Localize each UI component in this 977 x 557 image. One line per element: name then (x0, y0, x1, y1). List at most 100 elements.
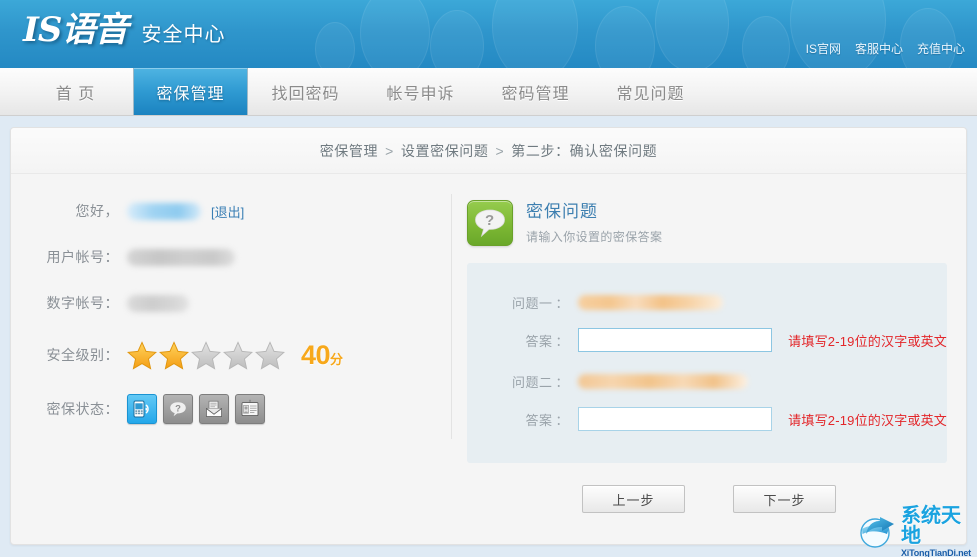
breadcrumb-separator: > (495, 142, 505, 159)
question-two-colon: ： (555, 375, 569, 390)
question-form-box: 问题一： 答案： 请填写2-19位的汉字或英文 问题二： 答案： 请填写2-19… (467, 263, 947, 463)
logo-subtitle: 安全中心 (141, 24, 226, 46)
content-card: 密保管理 > 设置密保问题 > 第二步：确认密保问题 您好， [退出] 用户帐号… (10, 127, 967, 545)
breadcrumb: 密保管理 > 设置密保问题 > 第二步：确认密保问题 (11, 128, 966, 174)
answer-two-hint: 请填写2-19位的汉字或英文 (788, 412, 947, 428)
nickname-masked (127, 202, 201, 220)
user-account-row: 用户帐号： (19, 246, 441, 268)
question-two-row: 问题二： (467, 372, 947, 391)
digit-account-masked (127, 294, 189, 312)
watermark: 系统天地 XiTongTianDi.net (852, 506, 977, 557)
nav-item-faq[interactable]: 常见问题 (593, 68, 708, 115)
svg-text:?: ? (485, 212, 494, 229)
question-panel-desc: 请输入你设置的密保答案 (526, 230, 663, 244)
question-panel-header: ? 密保问题 请输入你设置的密保答案 (467, 200, 966, 246)
svg-text:?: ? (175, 403, 181, 414)
decorative-bubble (595, 6, 655, 68)
id-card-icon[interactable] (235, 394, 265, 424)
form-spacer (467, 352, 947, 372)
answer-one-input[interactable] (578, 328, 773, 352)
nickname-value: [退出] (127, 202, 244, 221)
main-nav: 首 页 密保管理 找回密码 帐号申诉 密码管理 常见问题 (0, 68, 977, 116)
answer-two-colon: ： (555, 412, 569, 428)
question-one-label: 问题一： (497, 293, 569, 312)
watermark-text: 系统天地 XiTongTianDi.net (901, 506, 977, 557)
watermark-globe-icon (860, 517, 894, 548)
mobile-icon[interactable] (127, 394, 157, 424)
security-level-row: 安全级别： 40分 (19, 338, 441, 372)
star-empty-icon (191, 340, 221, 370)
header-link-official[interactable]: IS官网 (806, 40, 841, 57)
answer-one-label-text: 答案 (525, 333, 553, 349)
page-body: 密保管理 > 设置密保问题 > 第二步：确认密保问题 您好， [退出] 用户帐号… (0, 116, 977, 557)
security-score-unit: 分 (330, 351, 343, 367)
site-logo[interactable]: IS语音 安全中心 (23, 8, 225, 52)
security-status-row: 密保状态： ? (19, 392, 441, 426)
answer-two-row: 答案： 请填写2-19位的汉字或英文 (467, 407, 947, 431)
digit-account-value (127, 294, 189, 312)
column-divider (451, 194, 452, 439)
decorative-bubble (655, 0, 729, 68)
logo-text: IS语音 (23, 10, 128, 50)
watermark-cn: 系统天地 (901, 505, 961, 547)
logout-link[interactable]: [退出] (211, 202, 244, 221)
decorative-bubble (492, 0, 578, 68)
decorative-bubble (742, 16, 790, 68)
previous-step-button[interactable]: 上一步 (582, 485, 685, 513)
user-account-value (127, 248, 235, 266)
decorative-bubble (315, 22, 355, 68)
question-panel-title: 密保问题 (526, 202, 598, 221)
nav-item-home[interactable]: 首 页 (18, 68, 133, 115)
answer-two-input[interactable] (578, 407, 773, 431)
question-one-masked-value (578, 295, 723, 310)
answer-one-colon: ： (555, 333, 569, 349)
answer-two-label-text: 答案 (525, 412, 553, 428)
question-one-label-text: 问题一 (511, 296, 553, 311)
breadcrumb-item-3: 第二步：确认密保问题 (511, 142, 658, 159)
content-columns: 您好， [退出] 用户帐号： 数字帐号： 安全级别： 40分 密保状态： ? ?… (11, 174, 966, 513)
nav-item-account-appeal[interactable]: 帐号申诉 (363, 68, 478, 115)
breadcrumb-item-2[interactable]: 设置密保问题 (401, 141, 489, 161)
answer-one-row: 答案： 请填写2-19位的汉字或英文 (467, 328, 947, 352)
nav-item-password-management[interactable]: 密码管理 (478, 68, 593, 115)
question-two-masked-value (578, 374, 748, 389)
security-status-value: ? (127, 394, 265, 424)
star-empty-icon (223, 340, 253, 370)
mail-icon[interactable] (199, 394, 229, 424)
header-link-service[interactable]: 客服中心 (855, 40, 903, 57)
site-header: IS语音 安全中心 IS官网 客服中心 充值中心 (0, 0, 977, 68)
decorative-bubble (900, 8, 956, 68)
star-filled-icon (159, 340, 189, 370)
greeting-row: 您好， [退出] (19, 200, 441, 222)
question-bubble-icon: ? (467, 200, 513, 246)
digit-account-row: 数字帐号： (19, 292, 441, 314)
answer-one-label: 答案： (497, 331, 569, 350)
decorative-bubble (790, 0, 886, 68)
account-info-panel: 您好， [退出] 用户帐号： 数字帐号： 安全级别： 40分 密保状态： ? (11, 200, 441, 513)
digit-account-label: 数字帐号： (46, 295, 119, 311)
watermark-en: XiTongTianDi.net (901, 548, 971, 557)
header-link-recharge[interactable]: 充值中心 (917, 40, 965, 57)
security-status-label: 密保状态： (46, 401, 119, 417)
question-panel: ? 密保问题 请输入你设置的密保答案 问题一： 答案： 请填写2-19位的汉字或… (441, 200, 966, 513)
security-level-value: 40分 (127, 340, 343, 371)
nav-item-retrieve-password[interactable]: 找回密码 (248, 68, 363, 115)
question-one-colon: ： (555, 296, 569, 311)
breadcrumb-item-1[interactable]: 密保管理 (320, 141, 378, 161)
decorative-bubble (360, 0, 430, 68)
question-icon[interactable]: ? (163, 394, 193, 424)
question-one-row: 问题一： (467, 293, 947, 312)
header-links: IS官网 客服中心 充值中心 (806, 40, 965, 57)
question-panel-title-block: 密保问题 请输入你设置的密保答案 (526, 200, 662, 245)
breadcrumb-separator: > (385, 142, 394, 159)
star-rating (127, 340, 285, 370)
answer-two-label: 答案： (497, 410, 569, 429)
star-empty-icon (255, 340, 285, 370)
decorative-bubble (430, 10, 484, 68)
nav-item-security-management[interactable]: 密保管理 (133, 68, 248, 115)
star-filled-icon (127, 340, 157, 370)
question-two-label-text: 问题二 (511, 375, 553, 390)
next-step-button[interactable]: 下一步 (733, 485, 836, 513)
user-account-label: 用户帐号： (46, 249, 119, 265)
security-level-label: 安全级别： (46, 347, 119, 363)
